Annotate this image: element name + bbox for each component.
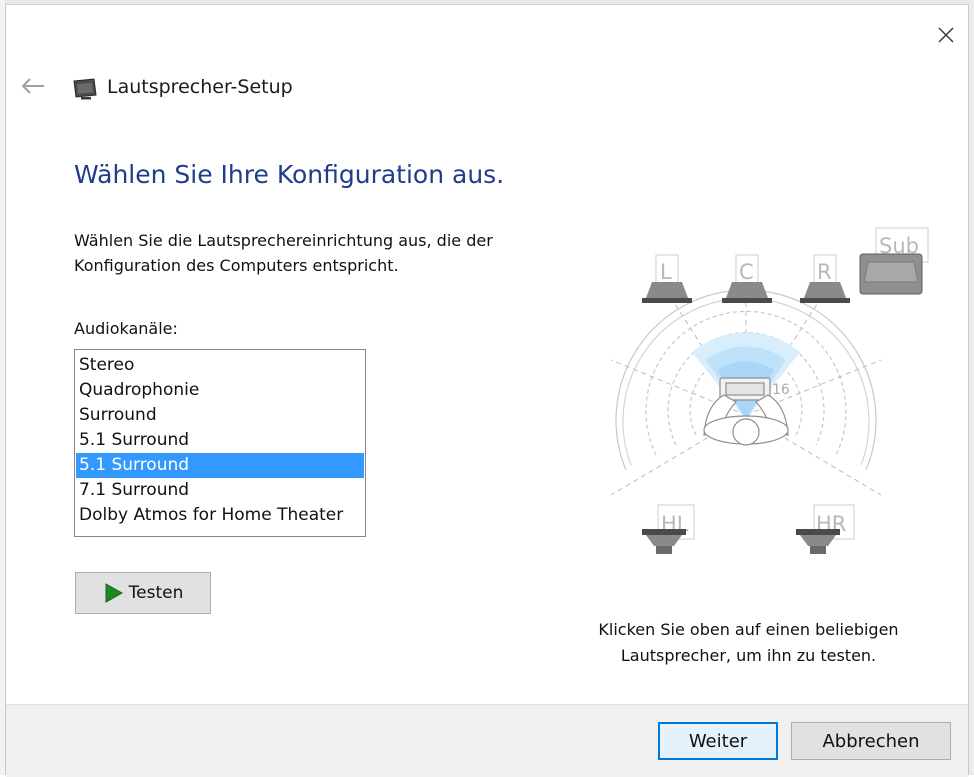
channel-item-5-1-surround-selected[interactable]: 5.1 Surround	[76, 453, 364, 478]
back-arrow-icon	[21, 78, 44, 94]
channel-item-dolby-atmos[interactable]: Dolby Atmos for Home Theater	[76, 503, 364, 528]
test-button-label: Testen	[128, 583, 184, 603]
speaker-setup-dialog: Lautsprecher-Setup Wählen Sie Ihre Konfi…	[5, 4, 969, 777]
dialog-footer: Weiter Abbrechen	[6, 704, 968, 777]
test-button[interactable]: Testen	[75, 572, 211, 614]
cancel-button[interactable]: Abbrechen	[791, 722, 951, 760]
speaker-subwoofer[interactable]: Sub	[859, 227, 929, 295]
speaker-right[interactable]: R	[800, 254, 850, 303]
close-icon	[938, 27, 954, 43]
speaker-rear-right[interactable]: HR	[796, 504, 855, 554]
audio-channels-label: Audiokanäle:	[74, 319, 178, 338]
window-title: Lautsprecher-Setup	[107, 76, 293, 98]
page-heading: Wählen Sie Ihre Konfiguration aus.	[74, 160, 505, 189]
audio-channels-listbox[interactable]: Stereo Quadrophonie Surround 5.1 Surroun…	[74, 349, 366, 537]
monitor-speaker-icon	[73, 78, 97, 100]
channel-item-stereo[interactable]: Stereo	[76, 353, 364, 378]
speaker-right-label: R	[817, 260, 832, 284]
svg-text:16: 16	[772, 382, 790, 398]
close-button[interactable]	[928, 19, 964, 51]
speaker-test-hint: Klicken Sie oben auf einen beliebigen La…	[598, 620, 899, 665]
speaker-center-label: C	[739, 260, 754, 284]
speaker-left[interactable]: L	[642, 254, 692, 303]
next-button[interactable]: Weiter	[658, 722, 778, 760]
speaker-layout-diagram: 16 L C R Sub HL HR	[610, 227, 929, 554]
channel-item-quadrophonie[interactable]: Quadrophonie	[76, 378, 364, 403]
background-window-right	[969, 0, 974, 775]
play-icon	[105, 583, 123, 603]
channel-item-surround[interactable]: Surround	[76, 403, 364, 428]
speaker-left-label: L	[660, 260, 672, 284]
back-button[interactable]	[16, 69, 50, 103]
speaker-center[interactable]: C	[722, 254, 772, 303]
channel-item-7-1-surround[interactable]: 7.1 Surround	[76, 478, 364, 503]
channel-item-5-1-surround-a[interactable]: 5.1 Surround	[76, 428, 364, 453]
speaker-rear-left[interactable]: HL	[642, 504, 695, 554]
page-description: Wählen Sie die Lautsprechereinrichtung a…	[74, 231, 493, 275]
